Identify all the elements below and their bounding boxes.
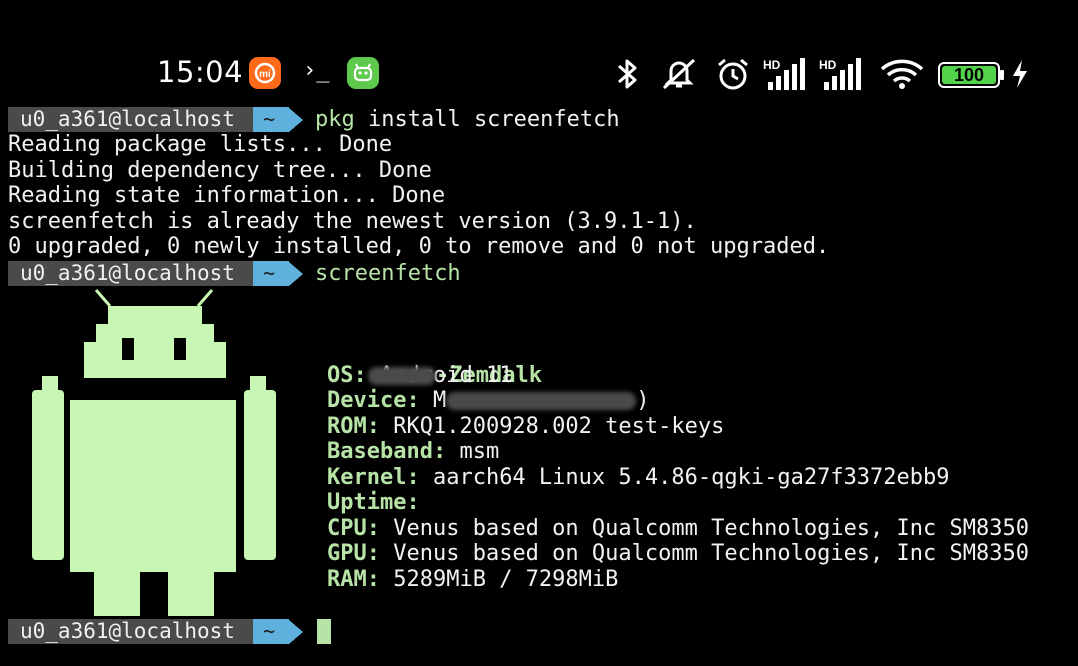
alarm-icon xyxy=(718,58,748,90)
prompt-arrow xyxy=(288,619,303,644)
prompt-line: u0_a361@localhost ~ pkg install screenfe… xyxy=(8,107,620,132)
svg-text:HD: HD xyxy=(763,58,781,72)
prompt-user: u0_a361@localhost xyxy=(8,107,253,132)
charging-icon xyxy=(1013,60,1027,88)
system-info: -Zemdalk OS: Android 11 Device: M) ROM: … xyxy=(327,337,1029,592)
mi-app-icon[interactable]: mi xyxy=(249,57,281,89)
kernel-row: Kernel: aarch64 Linux 5.4.86-qgki-ga27f3… xyxy=(327,464,950,490)
baseband-row: Baseband: msm xyxy=(327,439,500,464)
output-line: screenfetch is already the newest versio… xyxy=(8,209,697,234)
prompt-dir: ~ xyxy=(239,107,289,132)
rom-row: ROM: RKQ1.200928.002 test-keys xyxy=(327,413,725,439)
terminal-icon[interactable]: ›_ xyxy=(303,58,330,83)
android-app-icon[interactable] xyxy=(347,57,379,89)
redacted-device xyxy=(446,392,637,410)
prompt-dir: ~ xyxy=(239,261,289,286)
status-bar: 15:04 mi ›_ HD HD 100 xyxy=(0,52,1078,98)
bluetooth-icon xyxy=(618,59,637,89)
output-line: Reading package lists... Done xyxy=(8,132,393,157)
host-row: -Zemdalk xyxy=(327,337,1029,388)
wifi-icon xyxy=(880,59,924,89)
svg-text:HD: HD xyxy=(819,58,837,72)
prompt-arrow xyxy=(288,261,303,286)
output-line: 0 upgraded, 0 newly installed, 0 to remo… xyxy=(8,234,830,259)
battery-icon: 100 xyxy=(938,62,1004,88)
cpu-row: CPU: Venus based on Qualcomm Technologie… xyxy=(327,515,1029,541)
output-line: Reading state information... Done xyxy=(8,183,446,208)
command-text: screenfetch xyxy=(314,261,461,286)
device-row: Device: M) xyxy=(327,388,650,413)
battery-percent: 100 xyxy=(953,65,985,85)
signal-hd-icon: HD xyxy=(763,58,805,90)
prompt-line: u0_a361@localhost ~ screenfetch xyxy=(8,261,461,286)
prompt-user: u0_a361@localhost xyxy=(8,619,253,644)
prompt-line: u0_a361@localhost ~ xyxy=(8,619,331,644)
command-text: pkg install screenfetch xyxy=(314,107,620,132)
ram-row: RAM: 5289MiB / 7298MiB xyxy=(327,566,619,592)
gpu-row: GPU: Venus based on Qualcomm Technologie… xyxy=(327,541,1029,566)
mute-icon xyxy=(662,58,696,90)
uptime-row: Uptime: xyxy=(327,490,420,515)
android-logo xyxy=(32,289,276,616)
svg-text:mi: mi xyxy=(259,69,271,80)
output-line: Building dependency tree... Done xyxy=(8,158,432,183)
clock: 15:04 xyxy=(157,55,244,89)
prompt-user: u0_a361@localhost xyxy=(8,261,253,286)
prompt-dir: ~ xyxy=(239,619,289,644)
prompt-arrow xyxy=(288,107,303,132)
signal-hd-icon: HD xyxy=(819,58,861,90)
redacted-host xyxy=(367,366,436,385)
terminal-cursor[interactable] xyxy=(316,619,331,644)
